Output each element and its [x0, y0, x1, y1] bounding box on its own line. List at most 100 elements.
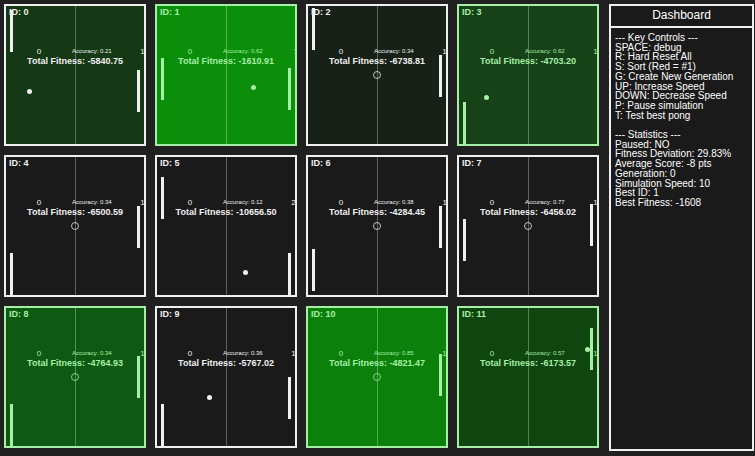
right-score: 11 [414, 198, 448, 207]
right-paddle [439, 354, 442, 396]
ball [373, 373, 381, 381]
accuracy: Accuracy: 0.38 [374, 198, 414, 207]
ball [585, 347, 590, 352]
game-id: ID: 2 [308, 6, 446, 19]
right-paddle [288, 377, 291, 419]
key-controls: --- Key Controls ---SPACE: debugR: Hard … [615, 33, 752, 120]
center-line [528, 157, 529, 295]
center-line [75, 6, 76, 144]
total-fitness: Total Fitness: -4764.93 [6, 358, 144, 368]
left-score: 0 [308, 198, 374, 207]
total-fitness: Total Fitness: -10656.50 [157, 207, 295, 217]
ball [251, 85, 256, 90]
right-score: 14 [263, 349, 297, 358]
total-fitness: Total Fitness: -6500.59 [6, 207, 144, 217]
control-line: P: Pause simulation [615, 101, 752, 111]
left-paddle [463, 102, 466, 144]
accuracy: Accuracy: 0.85 [374, 349, 414, 358]
right-score: 7 [263, 47, 297, 56]
ball [373, 71, 381, 79]
ball [71, 222, 79, 230]
page: ID: 00Accuracy: 0.2114Total Fitness: -58… [0, 0, 755, 456]
score-row: 0Accuracy: 0.7715 [459, 198, 597, 207]
left-paddle [161, 404, 164, 446]
pong-game: ID: 9 0Accuracy: 0.3614Total Fitness: -57… [155, 306, 297, 448]
pong-game: ID: 5 0Accuracy: 0.1223Total Fitness: -10… [155, 155, 297, 297]
center-line [377, 308, 378, 446]
game-id: ID: 5 [157, 157, 295, 170]
accuracy: Accuracy: 0.34 [72, 198, 112, 207]
game-id: ID: 10 [308, 308, 446, 321]
pong-game: ID: 100Accuracy: 0.8517Total Fitness: -4… [306, 306, 448, 448]
right-score: 12 [112, 349, 146, 358]
accuracy: Accuracy: 0.36 [223, 349, 263, 358]
right-score: 15 [565, 198, 599, 207]
control-line: SPACE: debug [615, 43, 752, 53]
score-row: 0Accuracy: 0.3415 [308, 47, 446, 56]
right-paddle [439, 206, 442, 248]
control-line: T: Test best pong [615, 111, 752, 121]
stat-line: Simulation Speed: 10 [615, 179, 752, 189]
left-score: 0 [459, 349, 525, 358]
stat-line: Best Fitness: -1608 [615, 198, 752, 208]
score-row: 0Accuracy: 0.6212 [459, 47, 597, 56]
left-score: 0 [459, 198, 525, 207]
right-score: 12 [565, 47, 599, 56]
right-score: 15 [414, 47, 448, 56]
game-grid: ID: 00Accuracy: 0.2114Total Fitness: -58… [4, 4, 599, 456]
center-line [377, 6, 378, 144]
center-line [377, 157, 378, 295]
control-line: UP: Increase Speed [615, 82, 752, 92]
game-id: ID: 11 [459, 308, 597, 321]
total-fitness: Total Fitness: -6456.02 [459, 207, 597, 217]
left-score: 0 [308, 47, 374, 56]
score-row: 0Accuracy: 0.3614 [157, 349, 295, 358]
section-heading: --- Key Controls --- [615, 33, 752, 43]
total-fitness: Total Fitness: -5840.75 [6, 56, 144, 66]
right-score: 23 [263, 198, 297, 207]
left-paddle [312, 249, 315, 291]
ball [71, 373, 79, 381]
left-score: 0 [6, 47, 72, 56]
accuracy: Accuracy: 0.34 [374, 47, 414, 56]
left-score: 0 [157, 198, 223, 207]
accuracy: Accuracy: 0.62 [525, 47, 565, 56]
pong-game: ID: 00Accuracy: 0.2114Total Fitness: -58… [4, 4, 146, 146]
control-line: S: Sort (Red = #1) [615, 62, 752, 72]
center-line [75, 308, 76, 446]
center-line [226, 308, 227, 446]
total-fitness: Total Fitness: -6738.81 [308, 56, 446, 66]
game-id: ID: 7 [459, 157, 597, 170]
score-row: 0Accuracy: 0.2114 [6, 47, 144, 56]
accuracy: Accuracy: 0.12 [223, 198, 263, 207]
left-score: 0 [459, 47, 525, 56]
control-line: DOWN: Decrease Speed [615, 91, 752, 101]
ball [207, 395, 212, 400]
left-paddle [10, 253, 13, 295]
right-paddle [288, 68, 291, 110]
pong-game: ID: 8 0Accuracy: 0.3412Total Fitness: -47… [4, 306, 146, 448]
center-line [528, 6, 529, 144]
ball [27, 89, 32, 94]
control-line: R: Hard Reset All [615, 52, 752, 62]
ball [373, 222, 381, 230]
ball [243, 270, 248, 275]
left-score: 0 [157, 349, 223, 358]
center-line [528, 308, 529, 446]
pong-game: ID: 40Accuracy: 0.3415Total Fitness: -65… [4, 155, 146, 297]
total-fitness: Total Fitness: -6173.57 [459, 358, 597, 368]
stat-line: Paused: NO [615, 140, 752, 150]
total-fitness: Total Fitness: -5767.02 [157, 358, 295, 368]
center-line [226, 157, 227, 295]
dashboard: Dashboard--- Key Controls ---SPACE: debu… [609, 4, 754, 451]
game-id: ID: 9 [157, 308, 295, 321]
left-score: 0 [308, 349, 374, 358]
accuracy: Accuracy: 0.34 [72, 349, 112, 358]
right-score: 15 [112, 198, 146, 207]
game-id: ID: 3 [459, 6, 597, 19]
score-row: 0Accuracy: 0.8517 [308, 349, 446, 358]
game-id: ID: 8 [6, 308, 144, 321]
left-score: 0 [6, 349, 72, 358]
right-paddle [590, 328, 593, 370]
accuracy: Accuracy: 0.57 [525, 349, 565, 358]
